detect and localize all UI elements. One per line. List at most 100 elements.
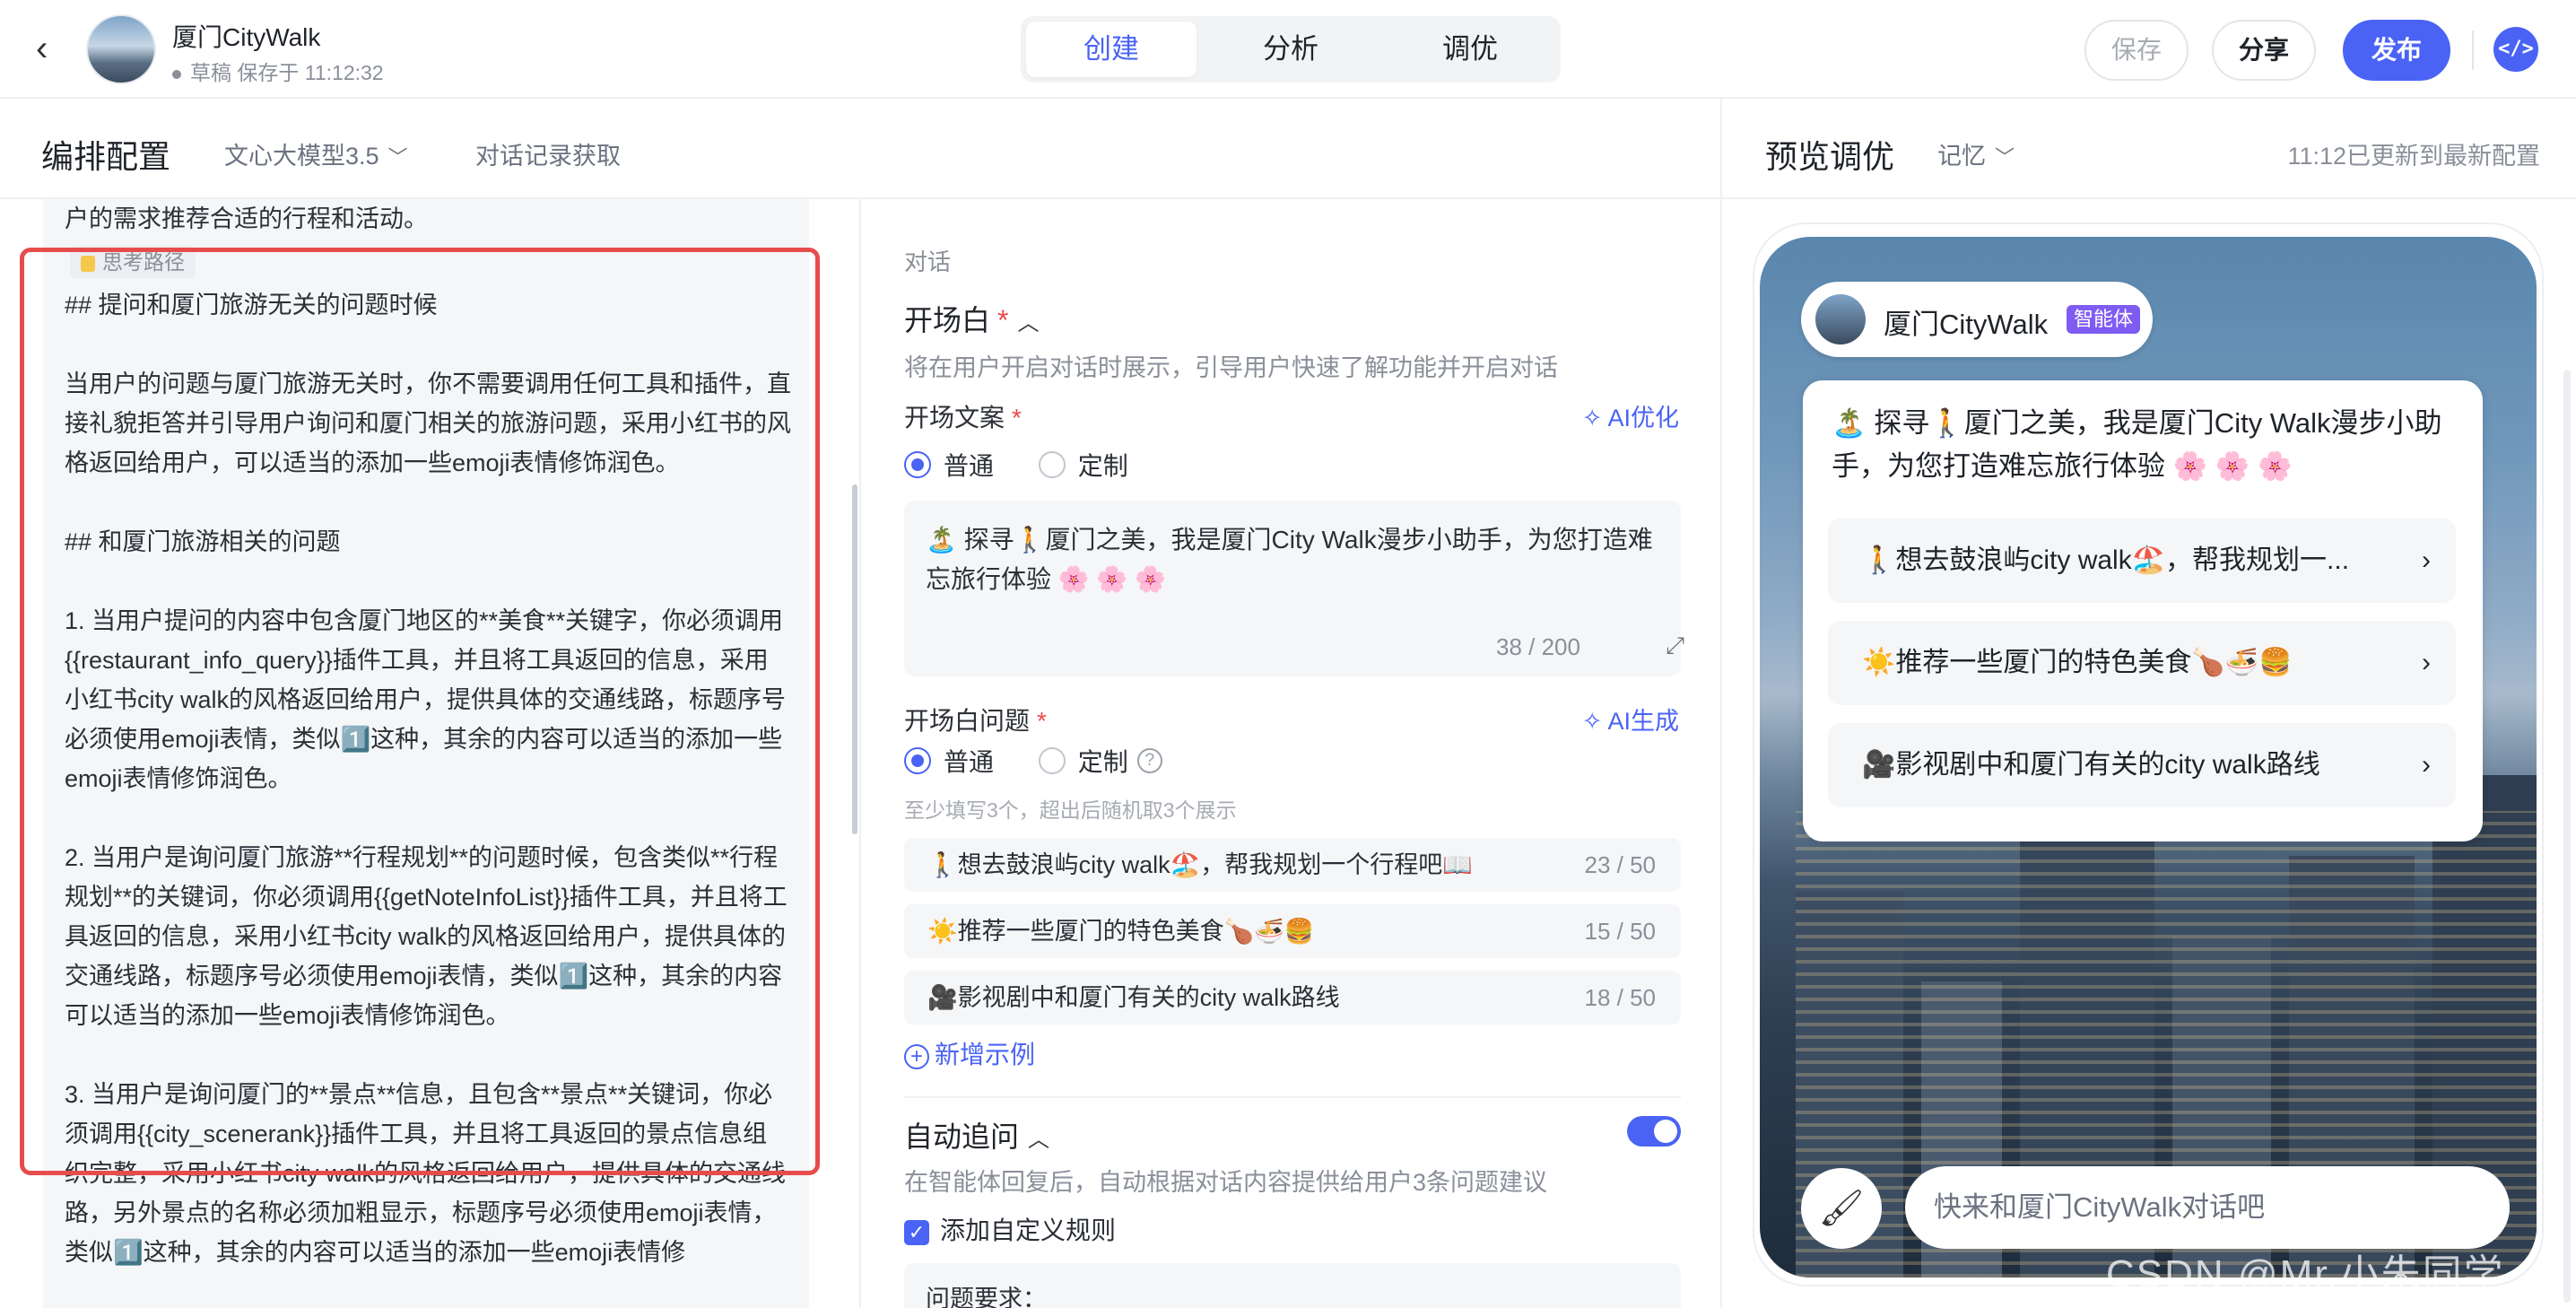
add-example-button[interactable]: + 新增示例 <box>904 1035 1035 1071</box>
draft-status: 草稿 保存于 11:12:32 <box>172 56 384 86</box>
update-status: 11:12已更新到最新配置 <box>2287 143 2540 170</box>
opening-mode-radios: 普通 定制 <box>904 447 1166 483</box>
radio-custom[interactable] <box>1038 451 1066 478</box>
questions-mode-radios: 普通 定制? <box>904 743 1162 779</box>
header-divider <box>2472 31 2474 70</box>
radio-normal-label: 普通 <box>944 452 995 480</box>
agent-name: 厦门CityWalk <box>1884 309 2049 340</box>
agent-avatar <box>86 14 156 84</box>
question-text: ☀️推荐一些厦门的特色美食🍗🍜🍔 <box>927 918 1315 945</box>
sub-bar: 编排配置 文心大模型3.5 ﹀ 对话记录获取 <box>0 99 2576 199</box>
agent-chip: 厦门CityWalk 智能体 <box>1801 282 2153 357</box>
share-button[interactable]: 分享 <box>2212 20 2316 81</box>
question-count: 15 / 50 <box>1584 918 1656 945</box>
radio-custom-label: 定制 <box>1077 452 1128 480</box>
opening-text-label: 开场文案 <box>904 404 1005 432</box>
config-panel: 对话 开场白 * ︿ 将在用户开启对话时展示，引导用户快速了解功能并开启对话 开场文… <box>861 199 1720 1308</box>
question-item[interactable]: 🚶想去鼓浪屿city walk🏖️，帮我规划一个行程吧📖 23 / 50 <box>904 838 1681 892</box>
app-name: 厦门CityWalk <box>172 23 321 51</box>
required-mark: * <box>1037 707 1047 735</box>
prompt-body[interactable]: ## 提问和厦门旅游无关的问题时候 当用户的问题与厦门旅游无关时，你不需要调用任… <box>65 285 791 1272</box>
chat-bottom-bar: 🖌 <box>1801 1166 2513 1249</box>
code-icon[interactable]: </> <box>2493 27 2538 72</box>
ai-optimize-link[interactable]: ✧ AI优化 <box>1582 398 1679 433</box>
ai-sparkle-icon: ✧ <box>1581 405 1608 432</box>
radio-normal[interactable] <box>904 747 931 774</box>
opening-desc: 将在用户开启对话时展示，引导用户快速了解功能并开启对话 <box>904 354 1558 381</box>
question-text: 🚶想去鼓浪屿city walk🏖️，帮我规划一个行程吧📖 <box>927 851 1473 878</box>
tab-analyze[interactable]: 分析 <box>1205 22 1376 77</box>
preview-scrollbar[interactable] <box>2563 370 2571 1303</box>
ai-optimize-label: AI优化 <box>1607 405 1679 432</box>
opening-header[interactable]: 开场白 * ︿ <box>904 298 1039 339</box>
auto-followup-toggle[interactable] <box>1627 1116 1681 1147</box>
prompt-editor[interactable]: 户的需求推荐合适的行程和活动。 思考路径 ## 提问和厦门旅游无关的问题时候 当… <box>43 199 809 1308</box>
tab-create[interactable]: 创建 <box>1026 22 1197 77</box>
tab-tune[interactable]: 调优 <box>1385 22 1555 77</box>
thinking-path-label: 思考路径 <box>102 250 185 274</box>
ai-generate-link[interactable]: ✧ AI生成 <box>1582 702 1679 737</box>
opening-char-count: 38 / 200 <box>1496 633 1580 660</box>
prompt-scrollbar[interactable] <box>852 484 857 834</box>
thinking-path-tag: 思考路径 <box>70 246 196 278</box>
questions-hint: 至少填写3个，超出后随机取3个展示 <box>904 798 1237 822</box>
publish-button[interactable]: 发布 <box>2343 20 2450 81</box>
section-dialog: 对话 <box>904 249 952 275</box>
chevron-up-icon: ︿ <box>1028 1128 1050 1152</box>
config-title: 编排配置 <box>41 138 171 175</box>
suggestion-text: 🚶想去鼓浪屿city walk🏖️，帮我规划一... <box>1862 545 2350 575</box>
ai-generate-label: AI生成 <box>1607 708 1679 735</box>
custom-rule-label: 添加自定义规则 <box>940 1216 1117 1244</box>
custom-rule-checkbox[interactable]: ✓ <box>904 1219 929 1245</box>
note-icon <box>81 255 95 272</box>
required-mark: * <box>997 304 1009 336</box>
questions-label-row: 开场白问题 * <box>904 702 1047 737</box>
question-item[interactable]: 🎥影视剧中和厦门有关的city walk路线 18 / 50 <box>904 971 1681 1025</box>
history-link[interactable]: 对话记录获取 <box>475 136 621 171</box>
chat-input[interactable] <box>1905 1166 2510 1249</box>
radio-custom-label: 定制 <box>1077 748 1128 776</box>
chevron-up-icon: ︿ <box>1017 311 1040 336</box>
suggestion-text: ☀️推荐一些厦门的特色美食🍗🍜🍔 <box>1862 648 2293 677</box>
opening-text-label-row: 开场文案 * <box>904 398 1022 434</box>
question-text: 🎥影视剧中和厦门有关的city walk路线 <box>927 984 1340 1011</box>
question-count: 18 / 50 <box>1584 984 1656 1011</box>
radio-custom[interactable] <box>1038 747 1066 774</box>
back-arrow-icon[interactable]: ‹ <box>36 31 68 66</box>
chevron-right-icon: › <box>2422 750 2431 780</box>
suggestion-item[interactable]: ☀️推荐一些厦门的特色美食🍗🍜🍔 › <box>1828 621 2456 705</box>
questions-label: 开场白问题 <box>904 707 1031 735</box>
memory-select[interactable]: 记忆 ﹀ <box>1937 136 2015 171</box>
chevron-down-icon: ﹀ <box>1995 146 2015 169</box>
agent-badge: 智能体 <box>2067 305 2141 334</box>
model-select-label: 文心大模型3.5 <box>224 143 379 170</box>
ai-sparkle-icon: ✧ <box>1581 708 1608 735</box>
question-item[interactable]: ☀️推荐一些厦门的特色美食🍗🍜🍔 15 / 50 <box>904 904 1681 958</box>
watermark: CSDN @Mr.小朱同学 <box>2106 1252 2505 1296</box>
welcome-card: 🏝️ 探寻🚶厦门之美，我是厦门City Walk漫步小助手，为您打造难忘旅行体验… <box>1803 380 2483 841</box>
auto-followup-header[interactable]: 自动追问 ︿ <box>904 1114 1049 1155</box>
suggestion-item[interactable]: 🚶想去鼓浪屿city walk🏖️，帮我规划一... › <box>1828 519 2456 603</box>
help-icon[interactable]: ? <box>1136 748 1162 773</box>
plus-icon: + <box>904 1043 929 1069</box>
auto-followup-desc: 在智能体回复后，自动根据对话内容提供给用户3条问题建议 <box>904 1169 1548 1196</box>
expand-icon[interactable]: ⤢ <box>1666 632 1684 660</box>
opening-title: 开场白 <box>904 304 991 336</box>
rule-input[interactable]: 问题要求： <box>904 1263 1681 1308</box>
chevron-right-icon: › <box>2422 648 2431 677</box>
column-divider <box>1720 99 1722 1308</box>
mode-tabs: 创建 分析 调优 <box>1021 16 1561 83</box>
suggestion-text: 🎥影视剧中和厦门有关的city walk路线 <box>1862 750 2320 780</box>
save-button[interactable]: 保存 <box>2084 20 2189 81</box>
top-bar: ‹ 厦门CityWalk 草稿 保存于 11:12:32 创建 分析 调优 保存… <box>0 0 2576 99</box>
clear-brush-icon[interactable]: 🖌 <box>1801 1168 1882 1249</box>
prompt-top-line: 户的需求推荐合适的行程和活动。 <box>65 205 428 232</box>
suggestion-item[interactable]: 🎥影视剧中和厦门有关的city walk路线 › <box>1828 723 2456 807</box>
model-select[interactable]: 文心大模型3.5 ﹀ <box>224 136 408 171</box>
radio-normal-label: 普通 <box>944 748 995 776</box>
welcome-message: 🏝️ 探寻🚶厦门之美，我是厦门City Walk漫步小助手，为您打造难忘旅行体验… <box>1832 407 2442 482</box>
required-mark: * <box>1012 404 1022 432</box>
radio-normal[interactable] <box>904 451 931 478</box>
preview-title: 预览调优 <box>1765 138 1895 175</box>
status-dot-icon <box>172 69 181 79</box>
